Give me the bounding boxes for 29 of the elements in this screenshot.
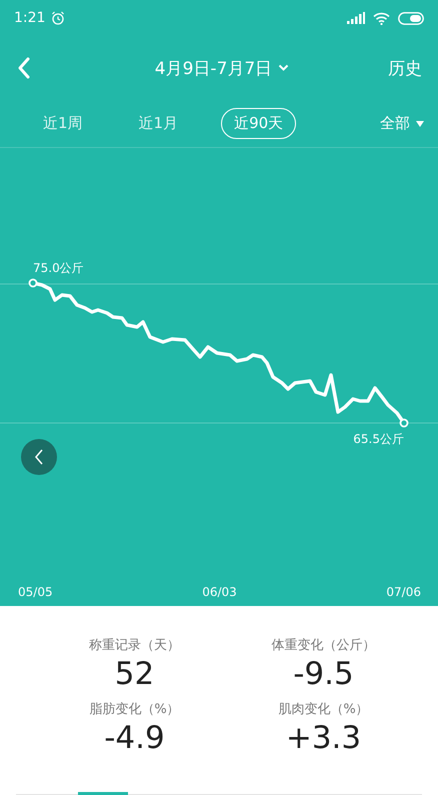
stat-label: 脂肪变化（%） [89,701,180,718]
triangle-down-icon [416,120,424,126]
stat-label: 肌肉变化（%） [278,701,369,718]
stat-value: +3.3 [286,719,362,758]
range-tab[interactable]: 近90天 [221,108,296,139]
range-tab[interactable]: 近1月 [126,108,192,139]
back-button[interactable] [16,56,32,80]
stat-value: -4.9 [104,719,165,758]
signal-icon [347,12,365,24]
filter-dropdown[interactable]: 全部 [380,114,424,133]
axis-label: 06/03 [202,585,237,599]
end-value-label: 65.5公斤 [353,432,404,446]
stat-label: 体重变化（公斤） [272,637,376,654]
stat-value: -9.5 [293,655,354,694]
stat-label: 称重记录（天） [89,637,180,654]
axis-label: 05/05 [18,585,53,599]
battery-icon [398,12,424,24]
wifi-icon [373,12,390,24]
date-range-dropdown[interactable]: 4月9日-7月7日 [154,56,290,80]
scroll-left-button[interactable] [21,439,57,475]
range-tab[interactable]: 近1周 [30,108,96,139]
axis-label: 07/06 [386,585,421,599]
chevron-down-icon [278,64,290,72]
clock-time: 1:21 [14,10,46,26]
tab-indicator [78,792,128,795]
start-value-label: 75.0公斤 [33,261,84,275]
alarm-icon [51,11,66,25]
history-button[interactable]: 历史 [388,56,422,80]
stat-value: 52 [114,655,154,694]
